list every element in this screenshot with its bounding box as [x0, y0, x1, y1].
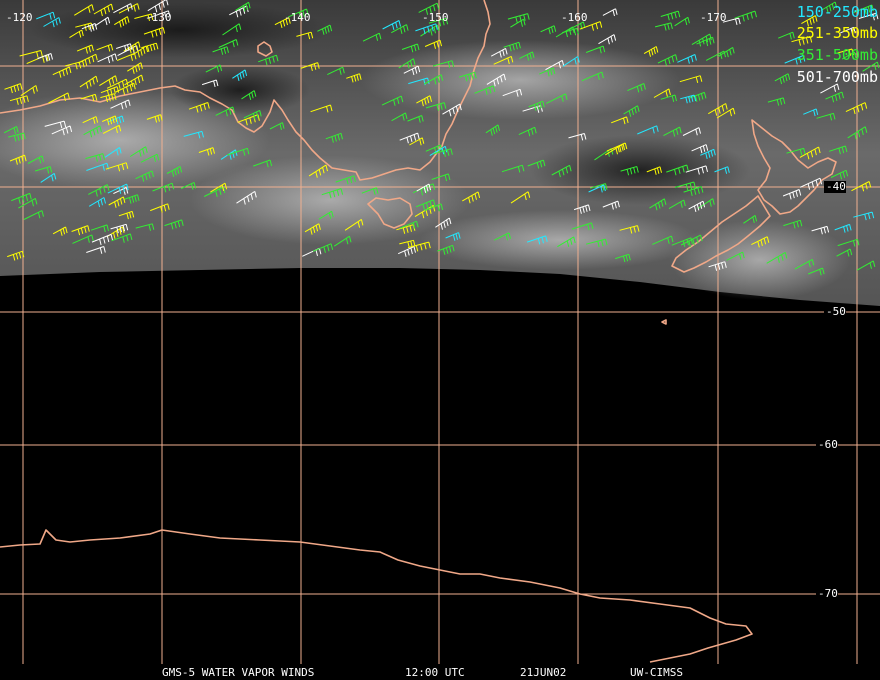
longitude-label: -170: [700, 11, 727, 24]
legend-item-351-500mb: 351-500mb: [796, 46, 878, 64]
legend-item-501-700mb: 501-700mb: [796, 68, 878, 86]
product-name: GMS-5 WATER VAPOR WINDS: [162, 666, 315, 679]
longitude-label: -130: [145, 11, 172, 24]
antarctica-coast: [0, 529, 753, 663]
latitude-label: -60: [816, 438, 838, 451]
longitude-label: -140: [284, 11, 311, 24]
small-island: [661, 319, 667, 325]
longitude-label: -120: [6, 11, 33, 24]
latitude-label: -70: [816, 587, 838, 600]
latitude-label: -40: [824, 180, 846, 193]
legend-item-251-350mb: 251-350mb: [796, 24, 878, 42]
latitude-label: -50: [824, 305, 846, 318]
longitude-label: -160: [561, 11, 588, 24]
water-vapor-map[interactable]: [0, 0, 880, 680]
valid-date: 21JUN02: [520, 666, 567, 679]
satellite-map-frame: -120 -130 -140 -150 -160 -170 -40 -50 -6…: [0, 0, 880, 680]
legend-item-150-250mb: 150-250mb: [796, 3, 878, 21]
image-caption: GMS-5 WATER VAPOR WINDS 12:00 UTC 21JUN0…: [0, 664, 880, 680]
data-source: UW-CIMSS: [630, 666, 683, 679]
longitude-label: -150: [422, 11, 449, 24]
valid-time: 12:00 UTC: [405, 666, 465, 679]
